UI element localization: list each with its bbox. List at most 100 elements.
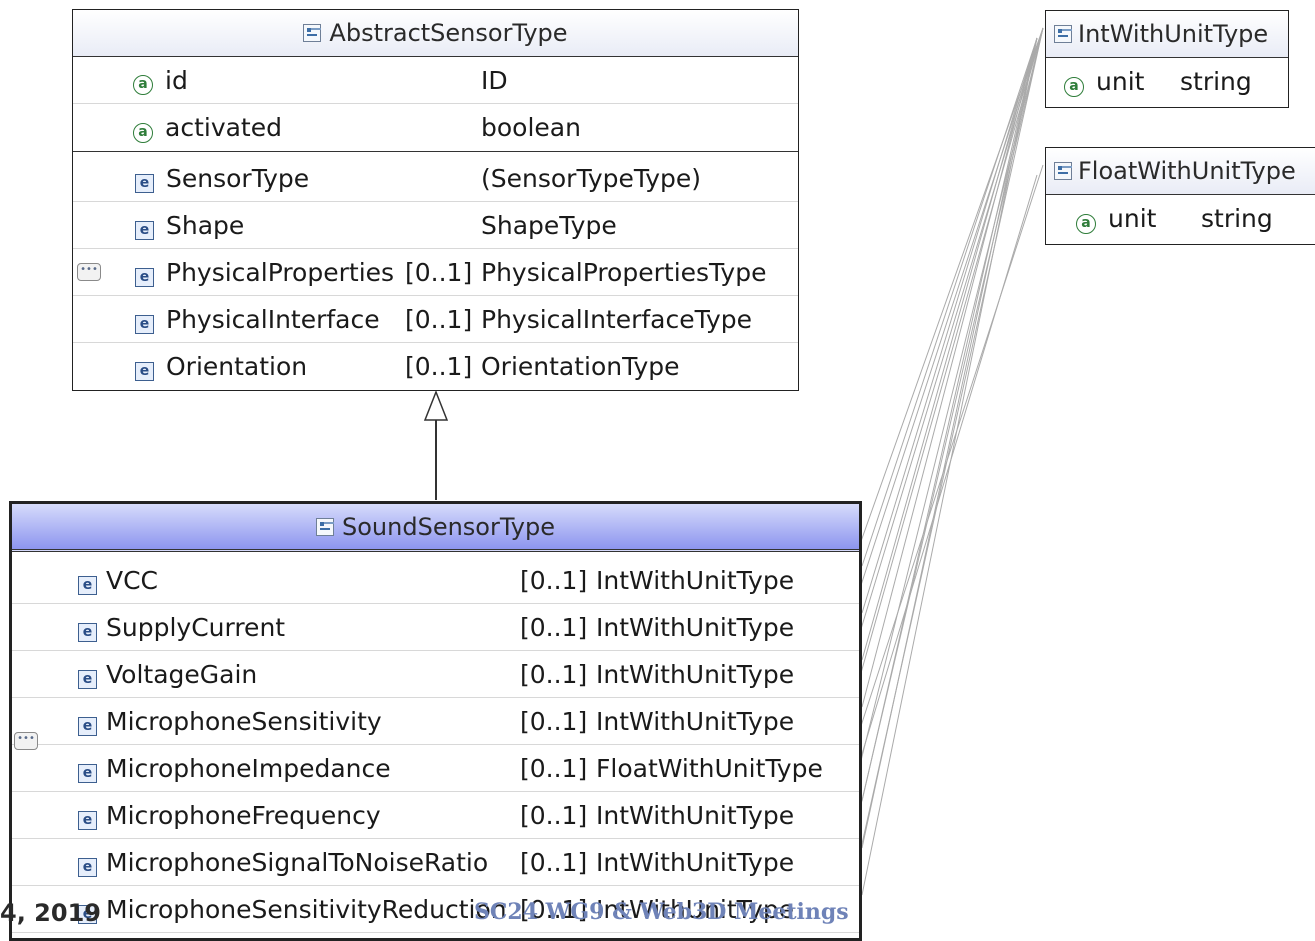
attribute-icon: a [1064,76,1084,97]
attribute-type: boolean [481,113,581,142]
int-with-unit-type-header: IntWithUnitType [1046,11,1288,58]
element-type: FloatWithUnitType [596,753,823,783]
element-row[interactable]: e VCC [0..1] IntWithUnitType [12,557,859,604]
association-line [861,37,1038,661]
element-type: IntWithUnitType [596,706,795,736]
element-icon: e [78,622,97,642]
element-name: SensorType [166,163,310,193]
element-multiplicity: [0..1] [520,659,588,689]
element-name: PhysicalInterface [166,304,380,334]
attribute-name: unit [1096,67,1145,96]
complex-type-icon [1054,25,1072,43]
element-icon: e [78,575,97,595]
element-name: Shape [166,210,245,240]
association-line [861,37,1038,896]
element-icon-cell: e [78,660,97,689]
sequence-icon[interactable]: ••• [14,732,38,750]
attribute-name: activated [165,113,282,142]
element-icon: e [135,173,154,193]
element-icon: e [135,220,154,240]
int-with-unit-type-box[interactable]: IntWithUnitType a unit string [1045,10,1289,108]
element-icon-cell: e [135,258,154,287]
sound-sensor-type-header: SoundSensorType [12,504,859,552]
association-line [847,27,1044,673]
element-name: Orientation [166,352,308,381]
element-row[interactable]: e Shape ShapeType [73,202,798,249]
sound-sensor-type-box[interactable]: SoundSensorType e VCC [0..1] IntWithUnitTyp… [9,501,862,941]
attribute-row[interactable]: a activated boolean [73,104,798,151]
element-name: PhysicalProperties [166,257,395,287]
abstract-sensor-type-title: AbstractSensorType [329,19,568,47]
element-row[interactable]: e PhysicalInterface [0..1] PhysicalInterfac… [73,296,798,343]
element-multiplicity: [0..1] [520,706,588,736]
float-with-unit-type-title: FloatWithUnitType [1078,157,1296,185]
element-name: MicrophoneImpedance [106,753,391,783]
element-icon-cell: e [78,848,97,877]
element-type: IntWithUnitType [596,612,795,642]
attribute-row[interactable]: a unit string [1046,58,1288,105]
attribute-type: string [1180,67,1252,96]
float-with-unit-type-header: FloatWithUnitType [1046,148,1315,195]
element-type: PhysicalInterfaceType [481,304,753,334]
attribute-type: ID [481,65,508,95]
element-row[interactable]: e SupplyCurrent [0..1] IntWithUnitType [12,604,859,651]
sequence-icon[interactable]: ••• [77,263,101,281]
element-multiplicity: [0..1] [405,304,473,334]
association-line [861,37,1038,614]
attribute-icon: a [133,122,153,143]
element-icon-cell: e [135,352,154,381]
element-row[interactable]: e MicrophoneSignalToNoiseRatio [0..1] IntWi… [12,839,859,886]
element-multiplicity: [0..1] [405,257,473,287]
element-multiplicity: [0..1] [520,612,588,642]
element-multiplicity: [0..1] [405,352,473,381]
element-row[interactable]: e MicrophoneFrequency [0..1] IntWithUnitTyp… [12,792,859,839]
element-row[interactable]: e VoltageGain [0..1] IntWithUnitType [12,651,859,698]
element-multiplicity: [0..1] [520,565,588,595]
association-line [847,27,1044,908]
element-type: (SensorTypeType) [481,163,702,193]
float-with-unit-type-box[interactable]: FloatWithUnitType a unit string [1045,147,1315,245]
complex-type-icon [316,517,335,536]
element-type: IntWithUnitType [596,800,795,830]
footer-date: 4, 2019 [0,899,101,927]
element-name: MicrophoneSignalToNoiseRatio [106,847,489,877]
element-row[interactable]: e MicrophoneSensitivity [0..1] IntWithUnitT… [12,698,859,745]
element-row[interactable]: e SensorType (SensorTypeType) [73,155,798,202]
attribute-row[interactable]: a unit string [1046,195,1315,242]
association-line [861,37,1038,567]
attribute-name: id [165,65,188,95]
element-type: IntWithUnitType [596,659,795,689]
element-name: MicrophoneFrequency [106,800,381,830]
element-icon-cell: e [135,211,154,240]
element-type: OrientationType [481,352,680,381]
element-type: IntWithUnitType [596,847,795,877]
element-name: VoltageGain [106,659,258,689]
element-icon: e [135,267,154,287]
element-type: PhysicalPropertiesType [481,257,767,287]
element-icon: e [135,314,154,334]
association-line [847,27,1044,720]
element-type: IntWithUnitType [596,565,795,595]
element-name: MicrophoneSensitivity [106,706,382,736]
element-row[interactable]: e Orientation [0..1] OrientationType [73,343,798,390]
association-line [861,37,1038,708]
element-row[interactable]: e PhysicalProperties [0..1] PhysicalPropert… [73,249,798,296]
element-row[interactable]: e MicrophoneImpedance [0..1] FloatWithUnitT… [12,745,859,792]
element-icon: e [135,362,154,381]
attribute-type: string [1201,204,1273,233]
attribute-name: unit [1108,204,1157,233]
abstract-sensor-type-box[interactable]: AbstractSensorType a id ID a activated boolea… [72,9,799,391]
element-icon-cell: e [78,566,97,595]
element-multiplicity: [0..1] [520,753,588,783]
element-icon: e [78,716,97,736]
attribute-row[interactable]: a id ID [73,57,798,104]
attribute-icon-cell: a [133,113,153,143]
element-multiplicity: [0..1] [520,800,588,830]
inheritance-arrowhead [423,389,449,421]
element-type: ShapeType [481,210,617,240]
complex-type-icon [1054,162,1072,180]
element-icon-cell: e [78,754,97,783]
sound-sensor-type-title: SoundSensorType [342,512,555,541]
element-multiplicity: [0..1] [520,847,588,877]
element-name: VCC [106,565,159,595]
